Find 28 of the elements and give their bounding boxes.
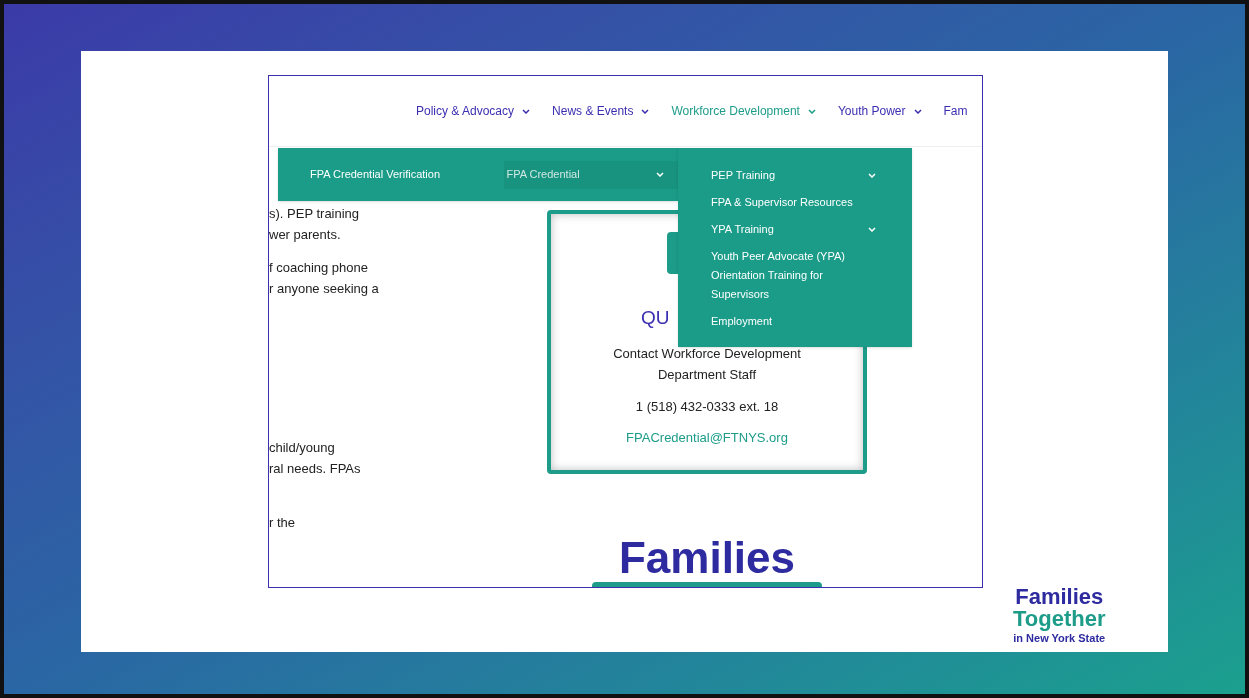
body-text-line: ral needs. FPAs: [269, 460, 362, 478]
card-text-line: Contact Workforce Development: [613, 344, 801, 363]
submenu-item[interactable]: Youth Peer Advocate (YPA) Orientation Training for Supervisors: [678, 247, 912, 304]
logo-wordmark: Families: [618, 536, 796, 580]
email-link[interactable]: FPACredential@FTNYS.org: [626, 428, 788, 448]
nav-link[interactable]: Youth Power: [837, 102, 922, 120]
logo-wordmark: Together: [1013, 608, 1106, 630]
logo-tagline: in New York State: [1013, 633, 1106, 644]
submenu-item[interactable]: YPA Training: [678, 220, 912, 239]
nav-link[interactable]: Fam: [943, 102, 968, 120]
menu-item[interactable]: FPA Credential: [504, 160, 678, 189]
card-heading: QU: [641, 306, 670, 330]
body-text-line: child/young: [269, 439, 336, 457]
phone-number: 1 (518) 432-0333 ext. 18: [635, 397, 779, 416]
body-text-line: s). PEP training: [269, 205, 361, 223]
logo-wordmark: Families: [1015, 586, 1104, 608]
submenu-item[interactable]: FPA & Supervisor Resources: [678, 193, 912, 212]
menu-item[interactable]: FPA Credential Verification: [278, 148, 505, 201]
body-text-line: r the: [269, 514, 296, 532]
nav-link[interactable]: News & Events: [552, 102, 650, 120]
nav-link[interactable]: Workforce Development: [671, 102, 816, 120]
submenu-item[interactable]: Employment: [678, 312, 912, 331]
body-text-line: f coaching phone: [269, 259, 370, 277]
nav-link[interactable]: Policy & Advocacy: [416, 102, 531, 120]
submenu-item[interactable]: PEP Training: [678, 166, 912, 185]
body-text-line: wer parents.: [269, 226, 342, 244]
body-text-line: r anyone seeking a: [269, 280, 380, 298]
card-text-line: Department Staff: [657, 365, 756, 384]
